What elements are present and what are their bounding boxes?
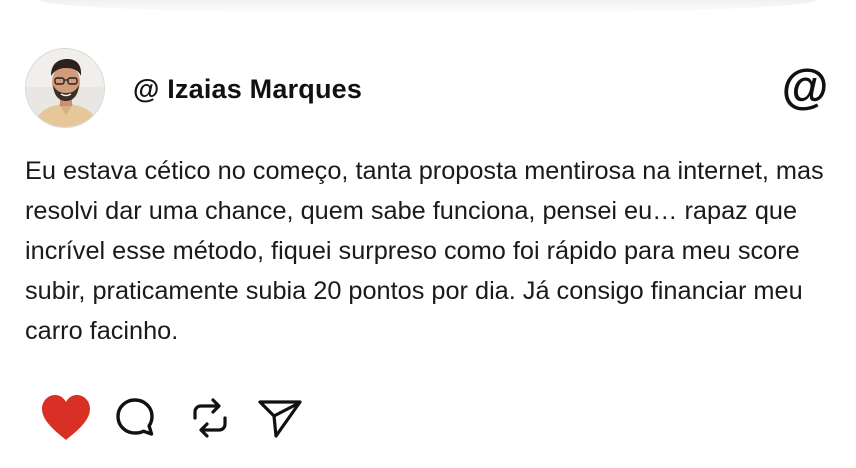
at-sign-icon: @ [781, 61, 829, 114]
top-shadow [40, 0, 816, 14]
heart-icon [42, 395, 90, 440]
author-username[interactable]: @ Izaias Marques [133, 73, 362, 105]
comment-button[interactable] [110, 392, 166, 444]
avatar-image [26, 49, 104, 127]
share-icon [258, 400, 302, 438]
repost-button[interactable] [182, 392, 238, 444]
avatar[interactable] [25, 48, 105, 128]
repost-icon [193, 398, 227, 438]
post-actions [38, 392, 318, 444]
share-button[interactable] [252, 392, 308, 444]
post-text: Eu estava cético no começo, tanta propos… [25, 157, 824, 345]
like-button[interactable] [38, 392, 94, 444]
post-header: @ Izaias Marques @ [25, 48, 831, 130]
comment-icon [116, 398, 154, 436]
